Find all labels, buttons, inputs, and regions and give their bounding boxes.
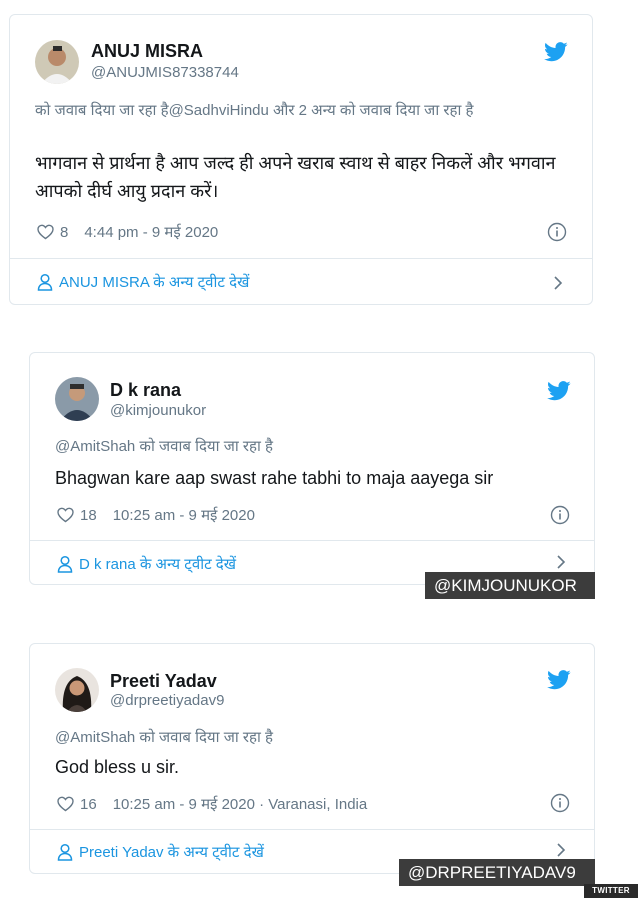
timestamp[interactable]: 10:25 am - 9 मई 2020 · Varanasi, India: [113, 794, 368, 814]
timestamp[interactable]: 4:44 pm - 9 मई 2020: [84, 222, 218, 242]
tweet-meta: 18 10:25 am - 9 मई 2020: [57, 505, 255, 525]
tweet-text: Bhagwan kare aap swast rahe tabhi to maj…: [55, 468, 494, 488]
info-icon[interactable]: [547, 222, 567, 242]
tweet-card[interactable]: D k rana @kimjounukor @AmitShah को जवाब …: [29, 352, 595, 585]
chevron-right-icon[interactable]: [554, 554, 568, 570]
divider: [10, 258, 592, 259]
tweet-text: God bless u sir.: [55, 757, 180, 777]
more-tweets-label[interactable]: ANUJ MISRA के अन्य ट्वीट देखें: [59, 272, 249, 292]
more-tweets-link[interactable]: Preeti Yadav के अन्य ट्वीट देखें: [57, 842, 264, 862]
divider: [30, 829, 594, 830]
tweet-card[interactable]: Preeti Yadav @drpreetiyadav9 @AmitShah क…: [29, 643, 595, 874]
timestamp[interactable]: 10:25 am - 9 मई 2020: [113, 505, 255, 525]
author-handle[interactable]: @ANUJMIS87338744: [91, 64, 239, 81]
reply-to-text: @AmitShah को जवाब दिया जा रहा है: [55, 438, 273, 455]
author-handle[interactable]: @drpreetiyadav9: [110, 692, 224, 709]
person-icon: [37, 273, 53, 291]
person-icon: [57, 555, 73, 573]
divider: [30, 540, 594, 541]
avatar[interactable]: [55, 668, 99, 712]
photo-credit: @KIMJOUNUKOR: [425, 572, 595, 599]
author-name[interactable]: Preeti Yadav: [110, 671, 217, 692]
heart-icon[interactable]: [57, 507, 74, 523]
more-tweets-link[interactable]: D k rana के अन्य ट्वीट देखें: [57, 554, 236, 574]
author-name[interactable]: ANUJ MISRA: [91, 41, 203, 62]
tweet-meta: 8 4:44 pm - 9 मई 2020: [37, 222, 218, 242]
tweet-text: भागवान से प्रार्थना है आप जल्द ही अपने ख…: [35, 153, 556, 201]
tweet-meta: 16 10:25 am - 9 मई 2020 · Varanasi, Indi…: [57, 794, 367, 814]
more-tweets-label[interactable]: D k rana के अन्य ट्वीट देखें: [79, 554, 236, 574]
twitter-bird-icon[interactable]: [544, 42, 568, 62]
photo-credit: @DRPREETIYADAV9: [399, 859, 595, 886]
heart-icon[interactable]: [37, 224, 54, 240]
chevron-right-icon[interactable]: [551, 275, 565, 291]
info-icon[interactable]: [550, 793, 570, 813]
heart-icon[interactable]: [57, 796, 74, 812]
twitter-bird-icon[interactable]: [547, 381, 571, 401]
like-count[interactable]: 18: [80, 507, 97, 524]
reply-to-text: @AmitShah को जवाब दिया जा रहा है: [55, 729, 273, 746]
like-count[interactable]: 16: [80, 796, 97, 813]
more-tweets-label[interactable]: Preeti Yadav के अन्य ट्वीट देखें: [79, 842, 264, 862]
info-icon[interactable]: [550, 505, 570, 525]
twitter-bird-icon[interactable]: [547, 670, 571, 690]
chevron-right-icon[interactable]: [554, 842, 568, 858]
person-icon: [57, 843, 73, 861]
more-tweets-link[interactable]: ANUJ MISRA के अन्य ट्वीट देखें: [37, 272, 249, 292]
avatar[interactable]: [55, 377, 99, 421]
tweet-card[interactable]: ANUJ MISRA @ANUJMIS87338744 को जवाब दिया…: [9, 14, 593, 305]
reply-to-text: को जवाब दिया जा रहा है@SadhviHindu और 2 …: [35, 102, 474, 119]
like-count[interactable]: 8: [60, 224, 68, 241]
avatar[interactable]: [35, 40, 79, 84]
source-label: TWITTER: [584, 884, 638, 898]
author-name[interactable]: D k rana: [110, 380, 181, 401]
author-handle[interactable]: @kimjounukor: [110, 402, 206, 419]
